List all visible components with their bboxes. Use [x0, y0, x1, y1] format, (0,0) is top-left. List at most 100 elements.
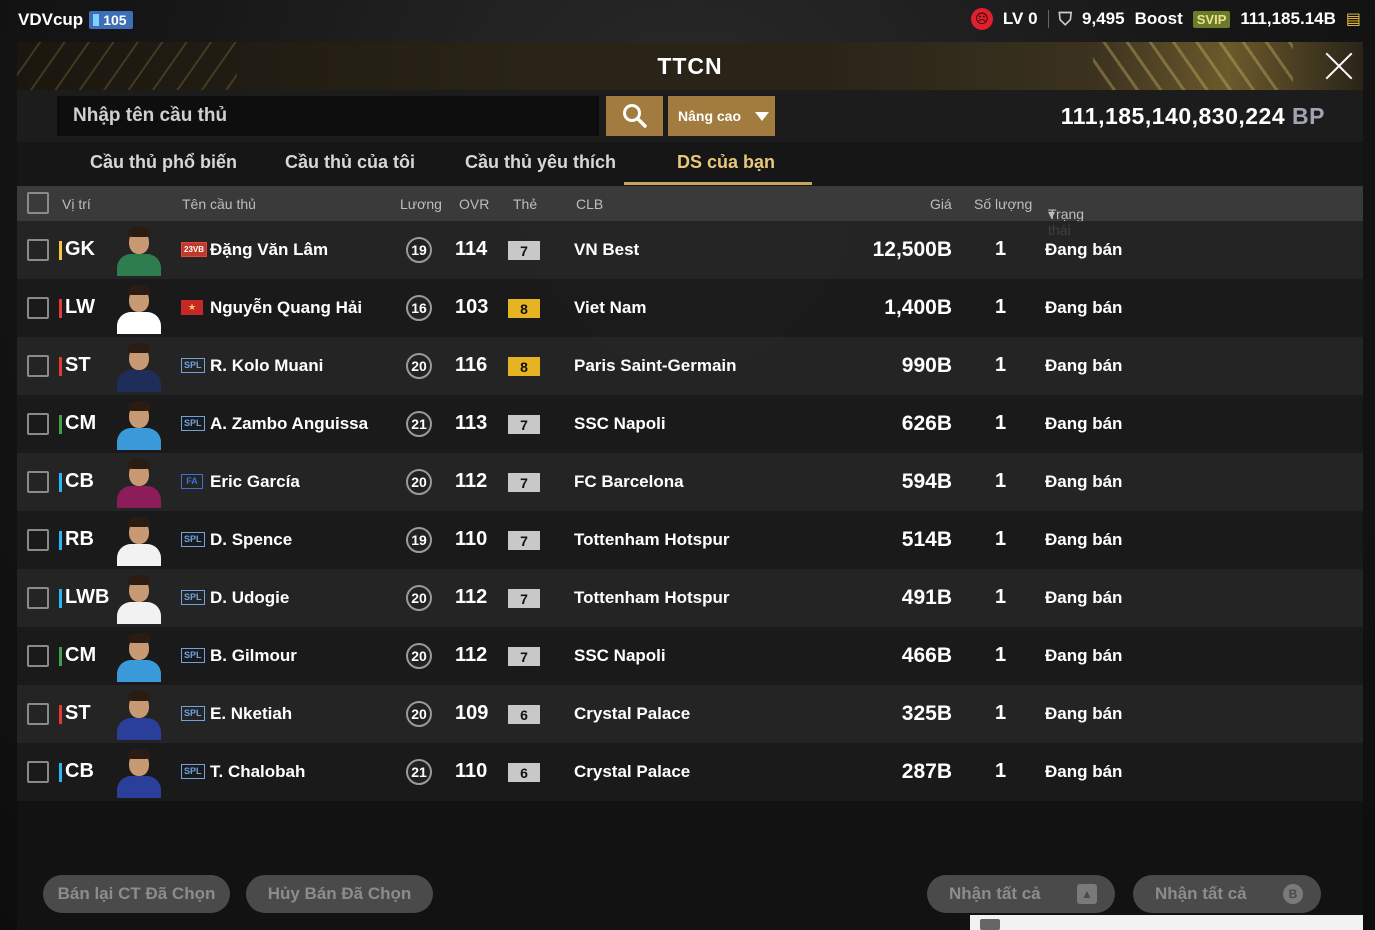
salary-badge: 21 — [406, 411, 432, 437]
player-position: CB — [65, 760, 94, 782]
salary-badge: 20 — [406, 585, 432, 611]
player-ovr: 113 — [455, 412, 488, 434]
col-price: Giá — [930, 196, 952, 212]
salary-badge: 20 — [406, 701, 432, 727]
panel-header: TTCN — [17, 42, 1363, 90]
tab-your-list[interactable]: DS của bạn — [677, 152, 775, 173]
sale-status: Đang bán — [1045, 356, 1123, 375]
tab-favorite-players[interactable]: Cầu thủ yêu thích — [465, 152, 616, 173]
season-badge-icon: SPL — [181, 358, 205, 373]
claim-all-bp-button[interactable]: Nhận tất cả B — [1133, 875, 1321, 913]
table-row[interactable]: LW ★ Nguyễn Quang Hải 16 103 8 Viet Nam … — [17, 279, 1363, 337]
player-hair — [128, 285, 150, 295]
position-color-bar — [59, 763, 62, 782]
row-checkbox[interactable] — [27, 355, 49, 377]
upgrade-card-badge: 7 — [508, 473, 540, 492]
row-checkbox[interactable] — [27, 413, 49, 435]
sale-status: Đang bán — [1045, 530, 1123, 549]
tab-popular-players[interactable]: Cầu thủ phổ biến — [90, 152, 237, 173]
season-badge-icon: SPL — [181, 416, 205, 431]
player-price: 594B — [901, 470, 952, 493]
row-checkbox[interactable] — [27, 703, 49, 725]
claim-all-items-button[interactable]: Nhận tất cả ▲ — [927, 875, 1115, 913]
account-brand: VDVcup 105 — [18, 10, 133, 30]
search-button[interactable] — [606, 96, 663, 136]
close-icon[interactable] — [1323, 50, 1355, 82]
row-checkbox[interactable] — [27, 645, 49, 667]
row-checkbox[interactable] — [27, 529, 49, 551]
player-name: B. Gilmour — [210, 646, 297, 665]
player-club: Tottenham Hotspur — [574, 588, 730, 607]
player-kit — [117, 254, 161, 276]
table-row[interactable]: CB FA Eric García 20 112 7 FC Barcelona … — [17, 453, 1363, 511]
player-name: Eric García — [210, 472, 300, 491]
salary-badge: 19 — [406, 237, 432, 263]
row-checkbox[interactable] — [27, 297, 49, 319]
upgrade-card-badge: 6 — [508, 763, 540, 782]
row-checkbox[interactable] — [27, 587, 49, 609]
upgrade-card-badge: 7 — [508, 589, 540, 608]
table-row[interactable]: ST SPL R. Kolo Muani 20 116 8 Paris Sain… — [17, 337, 1363, 395]
position-color-bar — [59, 531, 62, 550]
row-checkbox[interactable] — [27, 239, 49, 261]
salary-badge: 20 — [406, 353, 432, 379]
transfer-market-panel: TTCN Nâng cao 111,185,140,830,224 BP Cầu… — [17, 42, 1363, 930]
upgrade-card-badge: 8 — [508, 357, 540, 376]
position-color-bar — [59, 647, 62, 666]
player-club: Tottenham Hotspur — [574, 530, 730, 549]
tab-bar: Cầu thủ phổ biến Cầu thủ của tôi Cầu thủ… — [17, 142, 1363, 186]
sale-status: Đang bán — [1045, 646, 1123, 665]
player-kit — [117, 312, 161, 334]
resell-selected-button[interactable]: Bán lại CT Đã Chọn — [43, 875, 230, 913]
row-checkbox[interactable] — [27, 761, 49, 783]
chevron-down-icon — [755, 111, 770, 121]
player-club: SSC Napoli — [574, 414, 666, 433]
coin-balance: 111,185.14B — [1240, 9, 1336, 28]
tab-my-players[interactable]: Cầu thủ của tôi — [285, 152, 415, 173]
advanced-filter-dropdown[interactable]: Nâng cao — [668, 96, 775, 136]
player-photo — [113, 224, 165, 276]
position-color-bar — [59, 705, 62, 724]
select-all-checkbox[interactable] — [27, 192, 49, 214]
player-price: 325B — [901, 702, 952, 725]
player-search-input[interactable] — [57, 96, 599, 136]
advanced-label: Nâng cao — [678, 108, 742, 124]
player-ovr: 112 — [455, 586, 488, 608]
player-price: 466B — [901, 644, 952, 667]
col-ovr: OVR — [459, 196, 490, 212]
table-row[interactable]: LWB SPL D. Udogie 20 112 7 Tottenham Hot… — [17, 569, 1363, 627]
row-checkbox[interactable] — [27, 471, 49, 493]
table-row[interactable]: RB SPL D. Spence 19 110 7 Tottenham Hots… — [17, 511, 1363, 569]
player-hair — [128, 343, 150, 353]
season-badge-icon: SPL — [181, 648, 205, 663]
table-row[interactable]: GK 23VB Đặng Văn Lâm 19 114 7 VN Best 12… — [17, 221, 1363, 279]
table-row[interactable]: CB SPL T. Chalobah 21 110 6 Crystal Pala… — [17, 743, 1363, 801]
player-quantity: 1 — [995, 760, 1007, 782]
player-quantity: 1 — [995, 238, 1007, 260]
player-kit — [117, 602, 161, 624]
player-ovr: 112 — [455, 644, 488, 666]
cancel-sell-label: Hủy Bán Đã Chọn — [267, 884, 412, 903]
sad-face-icon: ☹ — [970, 8, 993, 30]
upgrade-card-badge: 6 — [508, 705, 540, 724]
player-kit — [117, 486, 161, 508]
player-price: 287B — [901, 760, 952, 783]
search-icon — [622, 104, 647, 128]
cancel-sell-selected-button[interactable]: Hủy Bán Đã Chọn — [246, 875, 433, 913]
player-quantity: 1 — [995, 296, 1007, 318]
season-badge-icon: 23VB — [181, 242, 208, 257]
upgrade-card-badge: 8 — [508, 299, 540, 318]
table-row[interactable]: CM SPL A. Zambo Anguissa 21 113 7 SSC Na… — [17, 395, 1363, 453]
player-ovr: 116 — [455, 354, 488, 376]
player-photo — [113, 746, 165, 798]
player-name: Đặng Văn Lâm — [210, 240, 329, 259]
search-row: Nâng cao 111,185,140,830,224 BP — [17, 90, 1363, 142]
svip-badge: SVIP — [1192, 10, 1231, 28]
table-row[interactable]: ST SPL E. Nketiah 20 109 6 Crystal Palac… — [17, 685, 1363, 743]
player-club: Viet Nam — [574, 298, 647, 317]
season-badge-icon: ★ — [181, 300, 203, 315]
position-color-bar — [59, 589, 62, 608]
table-row[interactable]: CM SPL B. Gilmour 20 112 7 SSC Napoli 46… — [17, 627, 1363, 685]
player-quantity: 1 — [995, 702, 1007, 724]
player-price: 514B — [901, 528, 952, 551]
